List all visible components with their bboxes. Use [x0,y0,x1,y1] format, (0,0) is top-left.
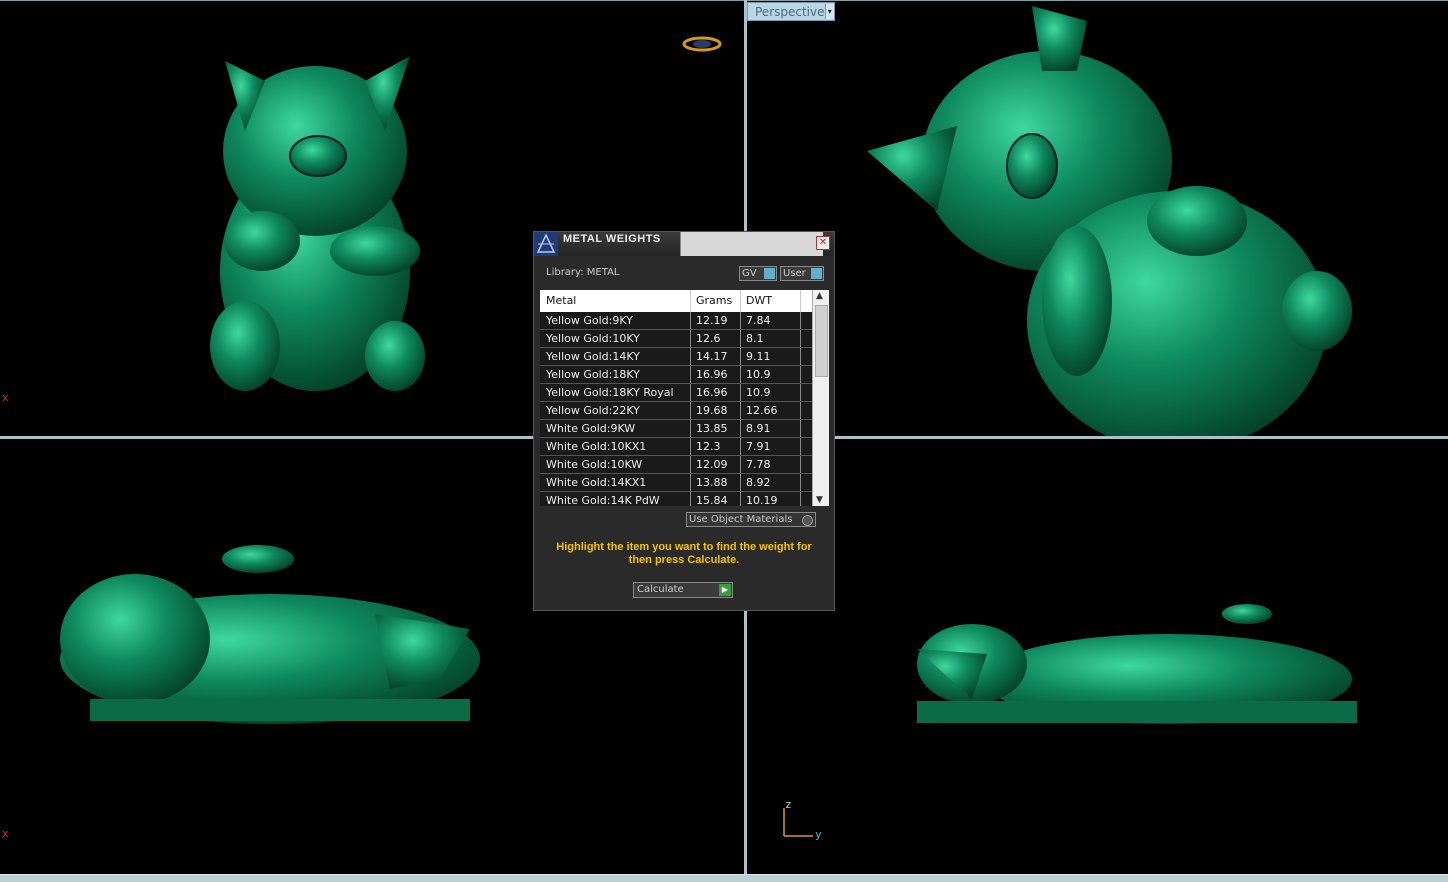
title-strip [680,232,823,256]
table-row[interactable]: Yellow Gold:22KY 19.68 12.66 [540,402,812,420]
axis-x-label: x [2,391,9,404]
cell-metal: Yellow Gold:18KY [546,368,640,381]
table-body: Yellow Gold:9KY 12.19 7.84 Yellow Gold:10KY… [540,312,812,506]
cell-grams: 12.09 [696,458,728,471]
library-label: Library: METAL [546,267,620,278]
table-scrollbar[interactable]: ▲ ▼ [812,290,829,506]
use-object-materials-label: Use Object Materials [689,514,793,525]
table-row[interactable]: Yellow Gold:18KY Royal 16.96 10.9 [540,384,812,402]
cell-dwt: 8.1 [746,332,764,345]
instruction-text: Highlight the item you want to find the … [556,541,812,566]
cell-grams: 19.68 [696,404,728,417]
cell-grams: 13.85 [696,422,728,435]
gimbal-icon[interactable] [682,33,722,59]
table-row[interactable]: White Gold:14K PdW 15.84 10.19 [540,492,812,506]
table-row[interactable]: White Gold:14KX1 13.88 8.92 [540,474,812,492]
scale-icon [534,232,558,256]
cell-metal: Yellow Gold:9KY [546,314,633,327]
cell-metal: Yellow Gold:22KY [546,404,640,417]
user-toggle[interactable]: User [780,266,824,281]
cell-metal: Yellow Gold:14KY [546,350,640,363]
cell-grams: 13.88 [696,476,728,489]
cell-dwt: 8.92 [746,476,771,489]
chevron-down-icon[interactable]: ▾ [824,4,834,19]
gv-toggle[interactable]: GV [739,266,777,281]
cell-grams: 12.6 [696,332,721,345]
cell-dwt: 7.78 [746,458,771,471]
table-row[interactable]: White Gold:9KW 13.85 8.91 [540,420,812,438]
cell-grams: 12.3 [696,440,721,453]
cell-metal: Yellow Gold:10KY [546,332,640,345]
close-icon[interactable]: ✕ [816,236,830,250]
cell-metal: White Gold:10KX1 [546,440,647,453]
cell-grams: 12.19 [696,314,728,327]
toggle-switch-icon [764,268,775,279]
cell-grams: 14.17 [696,350,728,363]
pig-model-perspective [867,6,1352,437]
scroll-down-icon[interactable]: ▼ [816,495,823,505]
perspective-view-selector[interactable]: Perspective ▾ [747,2,835,21]
table-row[interactable]: Yellow Gold:9KY 12.19 7.84 [540,312,812,330]
pig-model-side [917,604,1357,724]
table-row[interactable]: White Gold:10KX1 12.3 7.91 [540,438,812,456]
scroll-thumb[interactable] [815,305,828,377]
column-header-grams[interactable]: Grams [696,294,732,307]
dialog-title-bar[interactable]: METAL WEIGHTS ✕ [534,232,834,256]
perspective-label: Perspective [755,4,825,19]
cell-dwt: 7.84 [746,314,771,327]
cell-dwt: 10.19 [746,494,778,506]
viewport-side[interactable]: z y [747,439,1448,874]
table-header: Metal Grams DWT [540,290,812,312]
viewport-perspective[interactable] [747,0,1448,437]
cell-grams: 15.84 [696,494,728,506]
cell-dwt: 9.11 [746,350,771,363]
column-header-metal[interactable]: Metal [546,294,576,307]
cell-dwt: 8.91 [746,422,771,435]
table-row[interactable]: Yellow Gold:18KY 16.96 10.9 [540,366,812,384]
user-label: User [783,268,806,279]
table-row[interactable]: White Gold:10KW 12.09 7.78 [540,456,812,474]
calculate-label: Calculate [637,584,684,595]
metal-table: Metal Grams DWT Yellow Gold:9KY 12.19 7.84… [540,290,829,506]
toggle-switch-icon [811,268,822,279]
cell-dwt: 10.9 [746,368,771,381]
cell-metal: White Gold:9KW [546,422,636,435]
table-row[interactable]: Yellow Gold:14KY 14.17 9.11 [540,348,812,366]
cell-metal: White Gold:14KX1 [546,476,647,489]
cell-dwt: 7.91 [746,440,771,453]
cell-metal: White Gold:14K PdW [546,494,660,506]
axis-z-label: z [785,798,792,811]
play-icon: ▶ [719,584,731,596]
table-row[interactable]: Yellow Gold:10KY 12.6 8.1 [540,330,812,348]
use-object-materials-toggle[interactable]: Use Object Materials [686,512,816,527]
calculate-button[interactable]: Calculate ▶ [633,582,733,598]
cell-grams: 16.96 [696,368,728,381]
dialog-title: METAL WEIGHTS [563,233,661,245]
cell-dwt: 12.66 [746,404,778,417]
cell-dwt: 10.9 [746,386,771,399]
axis-y-label: y [815,828,822,841]
gv-label: GV [742,268,757,279]
column-header-dwt[interactable]: DWT [746,294,772,307]
scroll-up-icon[interactable]: ▲ [816,291,823,301]
cell-metal: Yellow Gold:18KY Royal [546,386,674,399]
cell-metal: White Gold:10KW [546,458,643,471]
metal-weights-dialog: METAL WEIGHTS ✕ Library: METAL GV User M… [533,231,835,611]
cell-grams: 16.96 [696,386,728,399]
radio-icon [802,515,813,526]
axis-x-label: x [2,827,9,840]
